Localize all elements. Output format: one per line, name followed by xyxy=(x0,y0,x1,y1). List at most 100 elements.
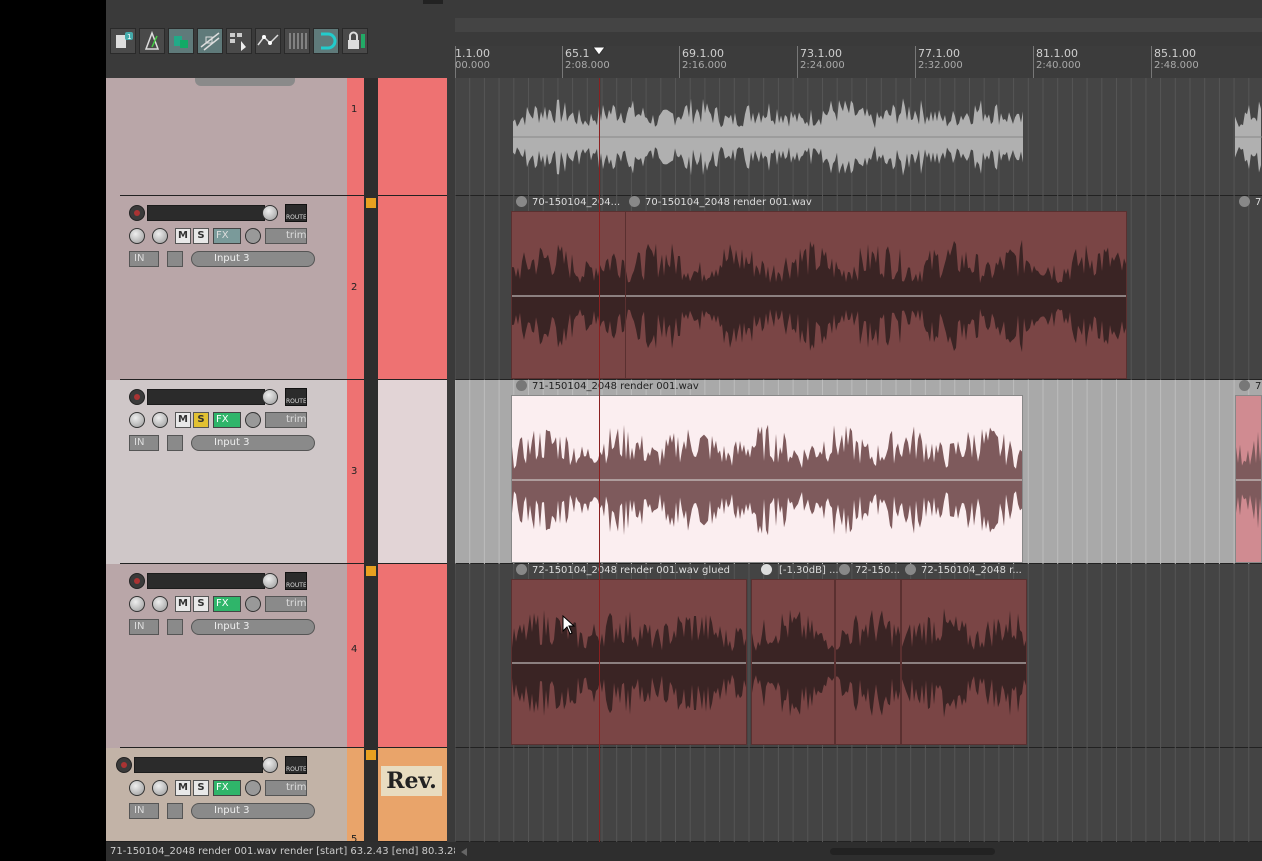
horizontal-scrollbar[interactable] xyxy=(455,842,1262,861)
automation-mode-button[interactable]: trim xyxy=(265,412,307,428)
envelope-points-icon[interactable] xyxy=(255,28,281,54)
record-arm-button[interactable] xyxy=(129,205,145,221)
track-panel-3[interactable]: ROUTE M S FX trim IN Input 3 xyxy=(120,380,347,564)
item-icon[interactable] xyxy=(629,196,640,207)
track-lane-4[interactable]: 72-150104_2048 render 001.wav glued [-1.… xyxy=(455,564,1262,748)
automation-mode-button[interactable]: trim xyxy=(265,228,307,244)
mute-button[interactable]: M xyxy=(175,228,191,244)
lock-icon[interactable] xyxy=(342,28,368,54)
project-icon[interactable]: 1 xyxy=(110,28,136,54)
phase-icon[interactable] xyxy=(245,780,261,796)
mute-button[interactable]: M xyxy=(175,596,191,612)
solo-button[interactable]: S xyxy=(193,412,209,428)
media-item[interactable] xyxy=(625,211,1127,379)
pan-knob[interactable] xyxy=(129,412,145,428)
track-number-strip[interactable]: 5 xyxy=(347,748,364,845)
item-icon[interactable] xyxy=(516,380,527,391)
record-mode-icon[interactable] xyxy=(167,803,183,819)
track-input-select[interactable]: Input 3 xyxy=(191,619,315,635)
volume-knob[interactable] xyxy=(262,573,278,589)
playhead-cursor[interactable] xyxy=(599,78,600,842)
input-monitor-button[interactable]: IN xyxy=(129,251,159,267)
track-lane-2[interactable]: 70-150104_204... 70-150104_2048 render 0… xyxy=(455,196,1262,380)
volume-knob[interactable] xyxy=(262,205,278,221)
input-monitor-button[interactable]: IN xyxy=(129,803,159,819)
fx-button[interactable]: FX xyxy=(213,228,241,244)
item-icon[interactable] xyxy=(516,564,527,575)
fx-button[interactable]: FX xyxy=(213,596,241,612)
media-item[interactable] xyxy=(511,211,626,379)
fx-button[interactable]: FX xyxy=(213,780,241,796)
grid-icon[interactable] xyxy=(284,28,310,54)
media-item[interactable] xyxy=(1235,395,1262,563)
grouping-icon[interactable] xyxy=(226,28,252,54)
track-number-strip[interactable]: 2 xyxy=(347,196,364,380)
track-panel-2[interactable]: ROUTE M S FX trim IN Input 3 xyxy=(120,196,347,380)
automation-mode-button[interactable]: trim xyxy=(265,780,307,796)
route-button[interactable]: ROUTE xyxy=(285,388,307,406)
record-arm-button[interactable] xyxy=(129,573,145,589)
track-number-strip[interactable]: 1 xyxy=(347,78,364,196)
track-input-select[interactable]: Input 3 xyxy=(191,251,315,267)
input-monitor-button[interactable]: IN xyxy=(129,435,159,451)
mute-button[interactable]: M xyxy=(175,412,191,428)
item-icon[interactable] xyxy=(1239,380,1250,391)
scroll-left-icon[interactable] xyxy=(459,847,469,857)
media-item-selected[interactable] xyxy=(511,395,1023,563)
route-button[interactable]: ROUTE xyxy=(285,756,307,774)
media-item[interactable] xyxy=(511,579,747,745)
arrange-view[interactable]: 70-150104_204... 70-150104_2048 render 0… xyxy=(455,78,1262,842)
phase-icon[interactable] xyxy=(245,412,261,428)
pan-knob[interactable] xyxy=(129,228,145,244)
track-panel-5[interactable]: ROUTE M S FX trim IN Input 3 xyxy=(106,748,347,842)
track-name-field[interactable] xyxy=(147,389,265,405)
track-lane-1[interactable] xyxy=(455,78,1262,196)
record-mode-icon[interactable] xyxy=(167,251,183,267)
ripple-edit-icon[interactable] xyxy=(197,28,223,54)
media-item[interactable] xyxy=(901,579,1027,745)
automation-mode-button[interactable]: trim xyxy=(265,596,307,612)
track-name-field[interactable] xyxy=(147,205,265,221)
record-mode-icon[interactable] xyxy=(167,435,183,451)
record-arm-button[interactable] xyxy=(129,389,145,405)
auto-crossfade-icon[interactable] xyxy=(168,28,194,54)
clock-icon[interactable] xyxy=(761,564,772,575)
width-knob[interactable] xyxy=(152,596,168,612)
track-input-select[interactable]: Input 3 xyxy=(191,435,315,451)
item-icon[interactable] xyxy=(839,564,850,575)
snap-icon[interactable] xyxy=(313,28,339,54)
track-panel-1[interactable] xyxy=(120,78,347,196)
item-icon[interactable] xyxy=(1239,196,1250,207)
record-mode-icon[interactable] xyxy=(167,619,183,635)
solo-button[interactable]: S xyxy=(193,780,209,796)
track-name-field[interactable] xyxy=(134,757,263,773)
width-knob[interactable] xyxy=(152,780,168,796)
mute-button[interactable]: M xyxy=(175,780,191,796)
track-number-strip[interactable]: 3 xyxy=(347,380,364,564)
track-input-select[interactable] xyxy=(195,78,295,86)
track-input-select[interactable]: Input 3 xyxy=(191,803,315,819)
track-name-field[interactable] xyxy=(147,573,265,589)
media-item[interactable] xyxy=(835,579,901,745)
width-knob[interactable] xyxy=(152,412,168,428)
pan-knob[interactable] xyxy=(129,596,145,612)
pan-knob[interactable] xyxy=(129,780,145,796)
solo-button[interactable]: S xyxy=(193,228,209,244)
media-item[interactable] xyxy=(751,579,835,745)
input-monitor-button[interactable]: IN xyxy=(129,619,159,635)
route-button[interactable]: ROUTE xyxy=(285,572,307,590)
volume-knob[interactable] xyxy=(262,757,278,773)
solo-button[interactable]: S xyxy=(193,596,209,612)
track-lane-5[interactable] xyxy=(455,748,1262,842)
track-panel-4[interactable]: ROUTE M S FX trim IN Input 3 xyxy=(120,564,347,748)
track-lane-3[interactable]: 71-150104_2048 render 001.wav 7 xyxy=(455,380,1262,564)
metronome-icon[interactable] xyxy=(139,28,165,54)
item-icon[interactable] xyxy=(516,196,527,207)
route-button[interactable]: ROUTE xyxy=(285,204,307,222)
timeline-ruler[interactable]: 1.1.00 00.000 65.1 2:08.000 69.1.00 2:16… xyxy=(455,46,1262,79)
fx-button[interactable]: FX xyxy=(213,412,241,428)
item-icon[interactable] xyxy=(905,564,916,575)
playhead-marker-icon[interactable] xyxy=(592,46,606,56)
scroll-thumb[interactable] xyxy=(830,848,995,855)
record-arm-button[interactable] xyxy=(116,757,132,773)
